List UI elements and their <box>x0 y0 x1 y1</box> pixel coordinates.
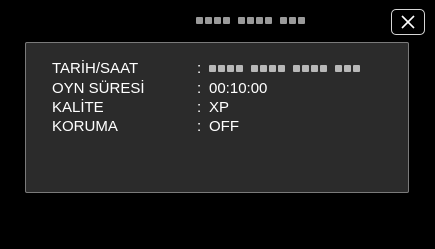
value-mask-group-4 <box>335 65 360 72</box>
obscured-title <box>196 15 308 25</box>
mask-block <box>214 16 221 24</box>
row-colon: : <box>197 99 202 116</box>
close-button[interactable] <box>391 9 425 35</box>
row-value: 00:10:00 <box>209 80 268 97</box>
mask-block <box>335 65 342 72</box>
row-label: KORUMA <box>52 118 118 135</box>
close-icon <box>401 15 415 29</box>
mask-block <box>256 16 263 24</box>
mask-block <box>280 16 287 24</box>
mask-block <box>247 16 254 24</box>
value-mask-group-3 <box>293 65 327 72</box>
value-mask-group-2 <box>251 65 285 72</box>
mask-block <box>311 65 318 72</box>
row-colon: : <box>197 118 202 135</box>
title-mask-group-3 <box>280 16 305 24</box>
mask-block <box>293 65 300 72</box>
mask-block <box>209 65 216 72</box>
mask-block <box>218 65 225 72</box>
playback-info-screen: TARİH/SAAT : OYN SÜRESİ: 00:10:00 KALİT… <box>0 0 435 249</box>
row-value: OFF <box>209 118 239 135</box>
mask-block <box>236 65 243 72</box>
info-panel: TARİH/SAAT : OYN SÜRESİ: 00:10:00 KALİT… <box>25 42 409 193</box>
mask-block <box>223 16 230 24</box>
row-value: XP <box>209 99 230 116</box>
mask-block <box>196 16 203 24</box>
row-label: TARİH/SAAT <box>52 60 139 77</box>
mask-block <box>251 65 258 72</box>
mask-block <box>260 65 267 72</box>
mask-block <box>278 65 285 72</box>
value-mask-group-1 <box>209 65 243 72</box>
mask-block <box>227 65 234 72</box>
mask-block <box>320 65 327 72</box>
mask-block <box>289 16 296 24</box>
title-mask-group-2 <box>238 16 272 24</box>
info-row-quality: KALİTE : XP <box>26 99 408 119</box>
mask-block <box>205 16 212 24</box>
row-label: OYN SÜRESİ <box>52 80 145 97</box>
info-row-protection: KORUMA : OFF <box>26 118 408 138</box>
mask-block <box>344 65 351 72</box>
obscured-date-time-value <box>209 65 360 72</box>
info-row-date-time: TARİH/SAAT : <box>26 60 408 80</box>
row-label: KALİTE <box>52 99 104 116</box>
row-colon: : <box>197 60 202 77</box>
row-colon: : <box>197 80 202 97</box>
mask-block <box>269 65 276 72</box>
mask-block <box>265 16 272 24</box>
info-row-playback-time: OYN SÜRESİ : 00:10:00 <box>26 80 408 100</box>
mask-block <box>302 65 309 72</box>
title-mask-group-1 <box>196 16 230 24</box>
mask-block <box>238 16 245 24</box>
mask-block <box>353 65 360 72</box>
mask-block <box>298 16 305 24</box>
